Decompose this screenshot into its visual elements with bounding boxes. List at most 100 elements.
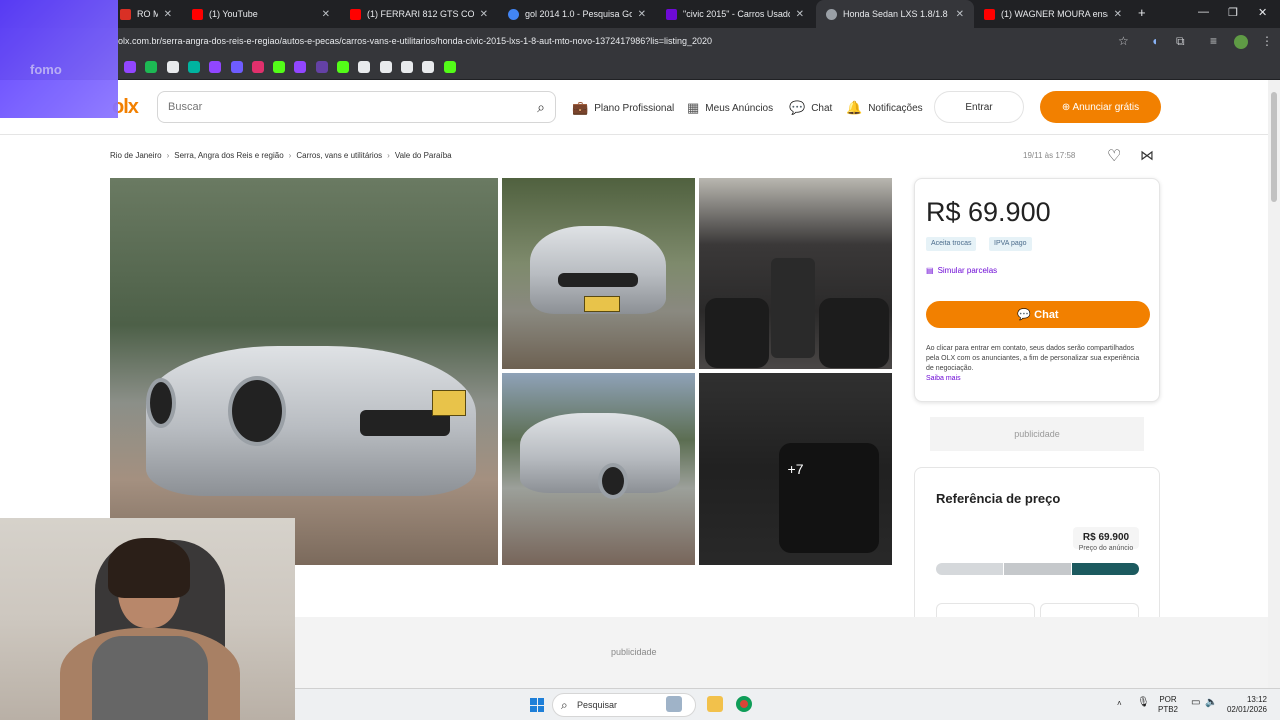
microphone-icon[interactable]: 🎙 (1137, 698, 1150, 708)
close-window-button[interactable]: ✕ (1258, 6, 1267, 19)
car-grille (558, 273, 638, 287)
bookmark-icon[interactable] (230, 61, 243, 73)
clock[interactable]: 13:12 02/01/2026 (1225, 695, 1267, 715)
nav-notificacoes[interactable]: 🔔 Notificações (846, 100, 923, 116)
breadcrumb-item[interactable]: Rio de Janeiro (110, 151, 162, 160)
browser-tab[interactable]: (1) WAGNER MOURA ensaiand ✕ (974, 0, 1132, 28)
profile-avatar-icon[interactable] (1234, 35, 1248, 49)
bookmark-icon[interactable] (145, 61, 158, 73)
nav-chat[interactable]: 💬 Chat (789, 100, 832, 116)
tab-close-icon[interactable]: ✕ (1114, 9, 1122, 20)
search-icon: ⌕ (561, 698, 568, 712)
chevron-right-icon: › (288, 151, 292, 160)
bookmark-icon[interactable] (315, 61, 328, 73)
tab-close-icon[interactable]: ✕ (956, 9, 964, 20)
menu-kebab-icon[interactable]: ⋮ (1261, 34, 1273, 48)
extension-icon[interactable]: ◖ (1151, 34, 1158, 48)
network-icon[interactable]: ▭ (1191, 698, 1200, 708)
minimize-button[interactable]: — (1198, 6, 1209, 18)
url-field[interactable]: olx.com.br/serra-angra-dos-reis-e-regiao… (118, 36, 712, 46)
chevron-right-icon: › (387, 151, 390, 160)
bookmark-icon[interactable] (358, 61, 371, 73)
search-icon[interactable]: ⌕ (537, 99, 545, 116)
simulate-installments-link[interactable]: ▤ Simular parcelas (926, 266, 997, 275)
photo-interior[interactable] (699, 178, 892, 369)
chat-icon: 💬 (1017, 309, 1035, 321)
bookmark-icon[interactable] (400, 61, 413, 73)
bookmark-icon[interactable] (379, 61, 392, 73)
bookmark-star-icon[interactable]: ☆ (1118, 34, 1129, 48)
chrome-icon[interactable] (736, 696, 752, 712)
browser-tab-bar: RO MAIS IN ✕ (1) YouTube ✕ (1) FERRARI 8… (0, 0, 1280, 28)
chevron-up-icon[interactable]: ˄ (1117, 699, 1122, 709)
login-button[interactable]: Entrar (934, 91, 1024, 123)
heart-icon[interactable]: ♡ (1107, 146, 1121, 166)
bookmark-icon[interactable] (124, 61, 136, 73)
learn-more-link[interactable]: Saiba mais (926, 375, 961, 382)
car-console (771, 258, 815, 358)
photo-front[interactable] (502, 178, 695, 369)
tag-ipva-paid: IPVA pago (989, 237, 1032, 251)
post-ad-button[interactable]: ⊕ Anunciar grátis (1040, 91, 1161, 123)
price-reference-title: Referência de preço (936, 491, 1061, 506)
tab-favicon-icon (120, 8, 131, 20)
new-tab-button[interactable]: + (1138, 5, 1146, 20)
browser-tab[interactable]: (1) FERRARI 812 GTS COM SEC ✕ (340, 0, 498, 28)
bookmark-icon[interactable] (273, 61, 286, 73)
olx-icon (666, 8, 677, 20)
browser-tab[interactable]: (1) YouTube ✕ (182, 0, 340, 28)
speaker-icon[interactable]: 🔈 (1205, 698, 1217, 708)
ad-banner: publicidade (295, 617, 1268, 688)
scrollbar-thumb[interactable] (1271, 92, 1277, 202)
car-wheel (228, 376, 286, 446)
bookmarks-bar (0, 56, 1280, 80)
bookmark-icon[interactable] (422, 61, 435, 73)
data-sharing-disclaimer: Ao clicar para entrar em contato, seus d… (926, 345, 1140, 372)
puzzle-icon[interactable]: ⧉ (1176, 34, 1185, 49)
tab-close-icon[interactable]: ✕ (796, 9, 804, 20)
more-photos-count[interactable]: +7 (699, 373, 892, 565)
browser-tab[interactable]: "civic 2015" - Carros Usados e ✕ (656, 0, 814, 28)
breadcrumb-item[interactable]: Carros, vans e utilitários (296, 151, 382, 160)
media-icon[interactable]: ≡ (1210, 34, 1217, 48)
photo-more[interactable]: +7 (699, 373, 892, 565)
bookmark-icon[interactable] (294, 61, 307, 73)
share-icon[interactable]: ⋈ (1140, 147, 1154, 164)
bookmark-icon[interactable] (337, 61, 349, 73)
browser-tab[interactable]: gol 2014 1.0 - Pesquisa Google ✕ (498, 0, 656, 28)
price-range-mid (1004, 563, 1071, 575)
search-box: ⌕ (157, 91, 556, 123)
bookmark-icon[interactable] (187, 61, 200, 73)
page-scrollbar[interactable] (1268, 80, 1280, 688)
windows-start-icon[interactable] (530, 698, 544, 712)
browser-tab-active[interactable]: Honda Sedan LXS 1.8/1.8 Flex ✕ (816, 0, 974, 28)
chat-button[interactable]: 💬 Chat (926, 301, 1150, 328)
maximize-button[interactable]: ❐ (1228, 6, 1238, 19)
bookmark-icon[interactable] (251, 61, 264, 73)
widgets-icon[interactable] (666, 696, 682, 712)
car-wheel (146, 378, 176, 428)
youtube-icon (192, 8, 203, 20)
google-icon (508, 8, 519, 20)
car-seat (705, 298, 769, 368)
search-input[interactable] (168, 98, 508, 116)
grid-icon: ▦ (687, 100, 700, 115)
bookmark-icon[interactable] (443, 61, 456, 73)
bookmark-icon[interactable] (166, 61, 179, 73)
tab-close-icon[interactable]: ✕ (164, 9, 172, 20)
chevron-right-icon: › (166, 151, 170, 160)
bookmark-icon[interactable] (209, 61, 222, 73)
tab-close-icon[interactable]: ✕ (480, 9, 488, 20)
tab-close-icon[interactable]: ✕ (638, 9, 646, 20)
file-explorer-icon[interactable] (707, 696, 723, 712)
tab-close-icon[interactable]: ✕ (322, 9, 330, 20)
nav-meus-anuncios[interactable]: ▦ Meus Anúncios (687, 100, 773, 116)
breadcrumb: Rio de Janeiro › Serra, Angra dos Reis e… (110, 151, 452, 160)
breadcrumb-item[interactable]: Serra, Angra dos Reis e região (174, 151, 283, 160)
main-photo[interactable] (110, 178, 498, 565)
breadcrumb-item[interactable]: Vale do Paraíba (395, 151, 452, 160)
nav-plano-profissional[interactable]: 💼 Plano Profissional (572, 100, 674, 116)
language-indicator[interactable]: POR PTB2 (1158, 695, 1178, 715)
photo-side[interactable] (502, 373, 695, 565)
browser-tab[interactable]: RO MAIS IN ✕ (110, 0, 182, 28)
